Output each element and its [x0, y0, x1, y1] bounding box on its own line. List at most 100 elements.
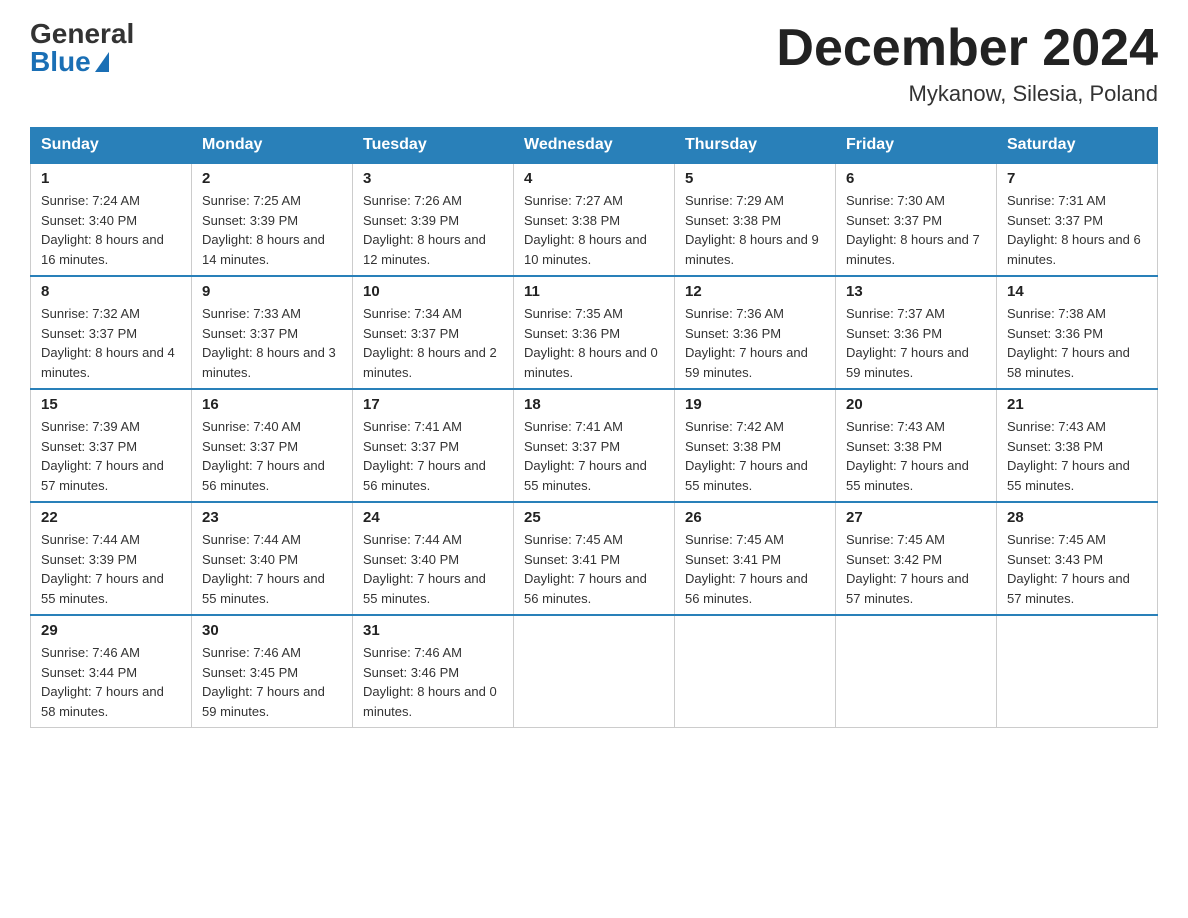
calendar-day-27: 27 Sunrise: 7:45 AMSunset: 3:42 PMDayligh… [836, 502, 997, 615]
logo-triangle-icon [95, 52, 109, 72]
day-info: Sunrise: 7:46 AMSunset: 3:46 PMDaylight:… [363, 643, 503, 721]
day-number: 8 [41, 283, 181, 300]
day-info: Sunrise: 7:45 AMSunset: 3:41 PMDaylight:… [524, 530, 664, 608]
calendar-week-1: 1 Sunrise: 7:24 AMSunset: 3:40 PMDaylight… [31, 163, 1158, 276]
day-info: Sunrise: 7:46 AMSunset: 3:44 PMDaylight:… [41, 643, 181, 721]
day-number: 20 [846, 396, 986, 413]
calendar-week-4: 22 Sunrise: 7:44 AMSunset: 3:39 PMDayligh… [31, 502, 1158, 615]
day-info: Sunrise: 7:45 AMSunset: 3:43 PMDaylight:… [1007, 530, 1147, 608]
calendar-week-2: 8 Sunrise: 7:32 AMSunset: 3:37 PMDaylight… [31, 276, 1158, 389]
calendar-day-19: 19 Sunrise: 7:42 AMSunset: 3:38 PMDayligh… [675, 389, 836, 502]
header-monday: Monday [192, 128, 353, 164]
day-info: Sunrise: 7:32 AMSunset: 3:37 PMDaylight:… [41, 304, 181, 382]
calendar-day-26: 26 Sunrise: 7:45 AMSunset: 3:41 PMDayligh… [675, 502, 836, 615]
calendar-day-9: 9 Sunrise: 7:33 AMSunset: 3:37 PMDaylight… [192, 276, 353, 389]
day-info: Sunrise: 7:35 AMSunset: 3:36 PMDaylight:… [524, 304, 664, 382]
header-friday: Friday [836, 128, 997, 164]
header-sunday: Sunday [31, 128, 192, 164]
day-number: 3 [363, 170, 503, 187]
calendar-day-18: 18Sunrise: 7:41 AMSunset: 3:37 PMDayligh… [514, 389, 675, 502]
month-title: December 2024 [776, 20, 1158, 77]
day-number: 23 [202, 509, 342, 526]
day-number: 19 [685, 396, 825, 413]
day-info: Sunrise: 7:33 AMSunset: 3:37 PMDaylight:… [202, 304, 342, 382]
day-info: Sunrise: 7:41 AMSunset: 3:37 PMDaylight:… [363, 417, 503, 495]
day-info: Sunrise: 7:24 AMSunset: 3:40 PMDaylight:… [41, 191, 181, 269]
calendar-day-16: 16Sunrise: 7:40 AMSunset: 3:37 PMDayligh… [192, 389, 353, 502]
day-info: Sunrise: 7:37 AMSunset: 3:36 PMDaylight:… [846, 304, 986, 382]
day-info: Sunrise: 7:30 AMSunset: 3:37 PMDaylight:… [846, 191, 986, 269]
day-info: Sunrise: 7:42 AMSunset: 3:38 PMDaylight:… [685, 417, 825, 495]
day-number: 7 [1007, 170, 1147, 187]
header-tuesday: Tuesday [353, 128, 514, 164]
page-header: General Blue December 2024 Mykanow, Sile… [30, 20, 1158, 107]
day-number: 2 [202, 170, 342, 187]
day-number: 17 [363, 396, 503, 413]
day-number: 18 [524, 396, 664, 413]
day-info: Sunrise: 7:36 AMSunset: 3:36 PMDaylight:… [685, 304, 825, 382]
calendar-day-10: 10Sunrise: 7:34 AMSunset: 3:37 PMDayligh… [353, 276, 514, 389]
day-number: 30 [202, 622, 342, 639]
day-info: Sunrise: 7:27 AMSunset: 3:38 PMDaylight:… [524, 191, 664, 269]
day-info: Sunrise: 7:31 AMSunset: 3:37 PMDaylight:… [1007, 191, 1147, 269]
calendar-day-5: 5Sunrise: 7:29 AMSunset: 3:38 PMDaylight… [675, 163, 836, 276]
calendar-empty [997, 615, 1158, 728]
calendar-day-17: 17 Sunrise: 7:41 AMSunset: 3:37 PMDayligh… [353, 389, 514, 502]
day-info: Sunrise: 7:43 AMSunset: 3:38 PMDaylight:… [846, 417, 986, 495]
day-number: 22 [41, 509, 181, 526]
logo-general-text: General [30, 20, 134, 48]
calendar-day-24: 24Sunrise: 7:44 AMSunset: 3:40 PMDayligh… [353, 502, 514, 615]
day-number: 25 [524, 509, 664, 526]
calendar-day-3: 3 Sunrise: 7:26 AMSunset: 3:39 PMDaylight… [353, 163, 514, 276]
calendar-day-6: 6 Sunrise: 7:30 AMSunset: 3:37 PMDaylight… [836, 163, 997, 276]
day-number: 14 [1007, 283, 1147, 300]
day-number: 13 [846, 283, 986, 300]
day-number: 4 [524, 170, 664, 187]
calendar-day-23: 23Sunrise: 7:44 AMSunset: 3:40 PMDayligh… [192, 502, 353, 615]
logo-blue-text: Blue [30, 48, 109, 76]
day-number: 15 [41, 396, 181, 413]
day-info: Sunrise: 7:45 AMSunset: 3:42 PMDaylight:… [846, 530, 986, 608]
calendar-header-row: SundayMondayTuesdayWednesdayThursdayFrid… [31, 128, 1158, 164]
day-number: 26 [685, 509, 825, 526]
day-number: 28 [1007, 509, 1147, 526]
calendar-day-22: 22 Sunrise: 7:44 AMSunset: 3:39 PMDayligh… [31, 502, 192, 615]
calendar-day-1: 1 Sunrise: 7:24 AMSunset: 3:40 PMDaylight… [31, 163, 192, 276]
calendar-week-5: 29Sunrise: 7:46 AMSunset: 3:44 PMDayligh… [31, 615, 1158, 728]
calendar-table: SundayMondayTuesdayWednesdayThursdayFrid… [30, 127, 1158, 728]
calendar-day-7: 7 Sunrise: 7:31 AMSunset: 3:37 PMDaylight… [997, 163, 1158, 276]
day-info: Sunrise: 7:43 AMSunset: 3:38 PMDaylight:… [1007, 417, 1147, 495]
day-info: Sunrise: 7:45 AMSunset: 3:41 PMDaylight:… [685, 530, 825, 608]
header-wednesday: Wednesday [514, 128, 675, 164]
header-saturday: Saturday [997, 128, 1158, 164]
day-number: 9 [202, 283, 342, 300]
day-info: Sunrise: 7:38 AMSunset: 3:36 PMDaylight:… [1007, 304, 1147, 382]
calendar-empty [514, 615, 675, 728]
day-info: Sunrise: 7:34 AMSunset: 3:37 PMDaylight:… [363, 304, 503, 382]
day-info: Sunrise: 7:26 AMSunset: 3:39 PMDaylight:… [363, 191, 503, 269]
calendar-day-12: 12 Sunrise: 7:36 AMSunset: 3:36 PMDayligh… [675, 276, 836, 389]
header-thursday: Thursday [675, 128, 836, 164]
calendar-day-4: 4 Sunrise: 7:27 AMSunset: 3:38 PMDaylight… [514, 163, 675, 276]
calendar-day-15: 15 Sunrise: 7:39 AMSunset: 3:37 PMDayligh… [31, 389, 192, 502]
calendar-day-2: 2Sunrise: 7:25 AMSunset: 3:39 PMDaylight… [192, 163, 353, 276]
calendar-day-21: 21Sunrise: 7:43 AMSunset: 3:38 PMDayligh… [997, 389, 1158, 502]
day-number: 12 [685, 283, 825, 300]
day-info: Sunrise: 7:46 AMSunset: 3:45 PMDaylight:… [202, 643, 342, 721]
calendar-day-25: 25 Sunrise: 7:45 AMSunset: 3:41 PMDayligh… [514, 502, 675, 615]
day-info: Sunrise: 7:40 AMSunset: 3:37 PMDaylight:… [202, 417, 342, 495]
day-info: Sunrise: 7:44 AMSunset: 3:40 PMDaylight:… [363, 530, 503, 608]
day-info: Sunrise: 7:44 AMSunset: 3:39 PMDaylight:… [41, 530, 181, 608]
location-subtitle: Mykanow, Silesia, Poland [776, 81, 1158, 107]
calendar-day-31: 31 Sunrise: 7:46 AMSunset: 3:46 PMDayligh… [353, 615, 514, 728]
day-number: 1 [41, 170, 181, 187]
calendar-day-28: 28 Sunrise: 7:45 AMSunset: 3:43 PMDayligh… [997, 502, 1158, 615]
calendar-day-29: 29Sunrise: 7:46 AMSunset: 3:44 PMDayligh… [31, 615, 192, 728]
calendar-day-14: 14 Sunrise: 7:38 AMSunset: 3:36 PMDayligh… [997, 276, 1158, 389]
day-number: 31 [363, 622, 503, 639]
day-info: Sunrise: 7:39 AMSunset: 3:37 PMDaylight:… [41, 417, 181, 495]
title-block: December 2024 Mykanow, Silesia, Poland [776, 20, 1158, 107]
day-number: 6 [846, 170, 986, 187]
calendar-week-3: 15 Sunrise: 7:39 AMSunset: 3:37 PMDayligh… [31, 389, 1158, 502]
day-number: 27 [846, 509, 986, 526]
